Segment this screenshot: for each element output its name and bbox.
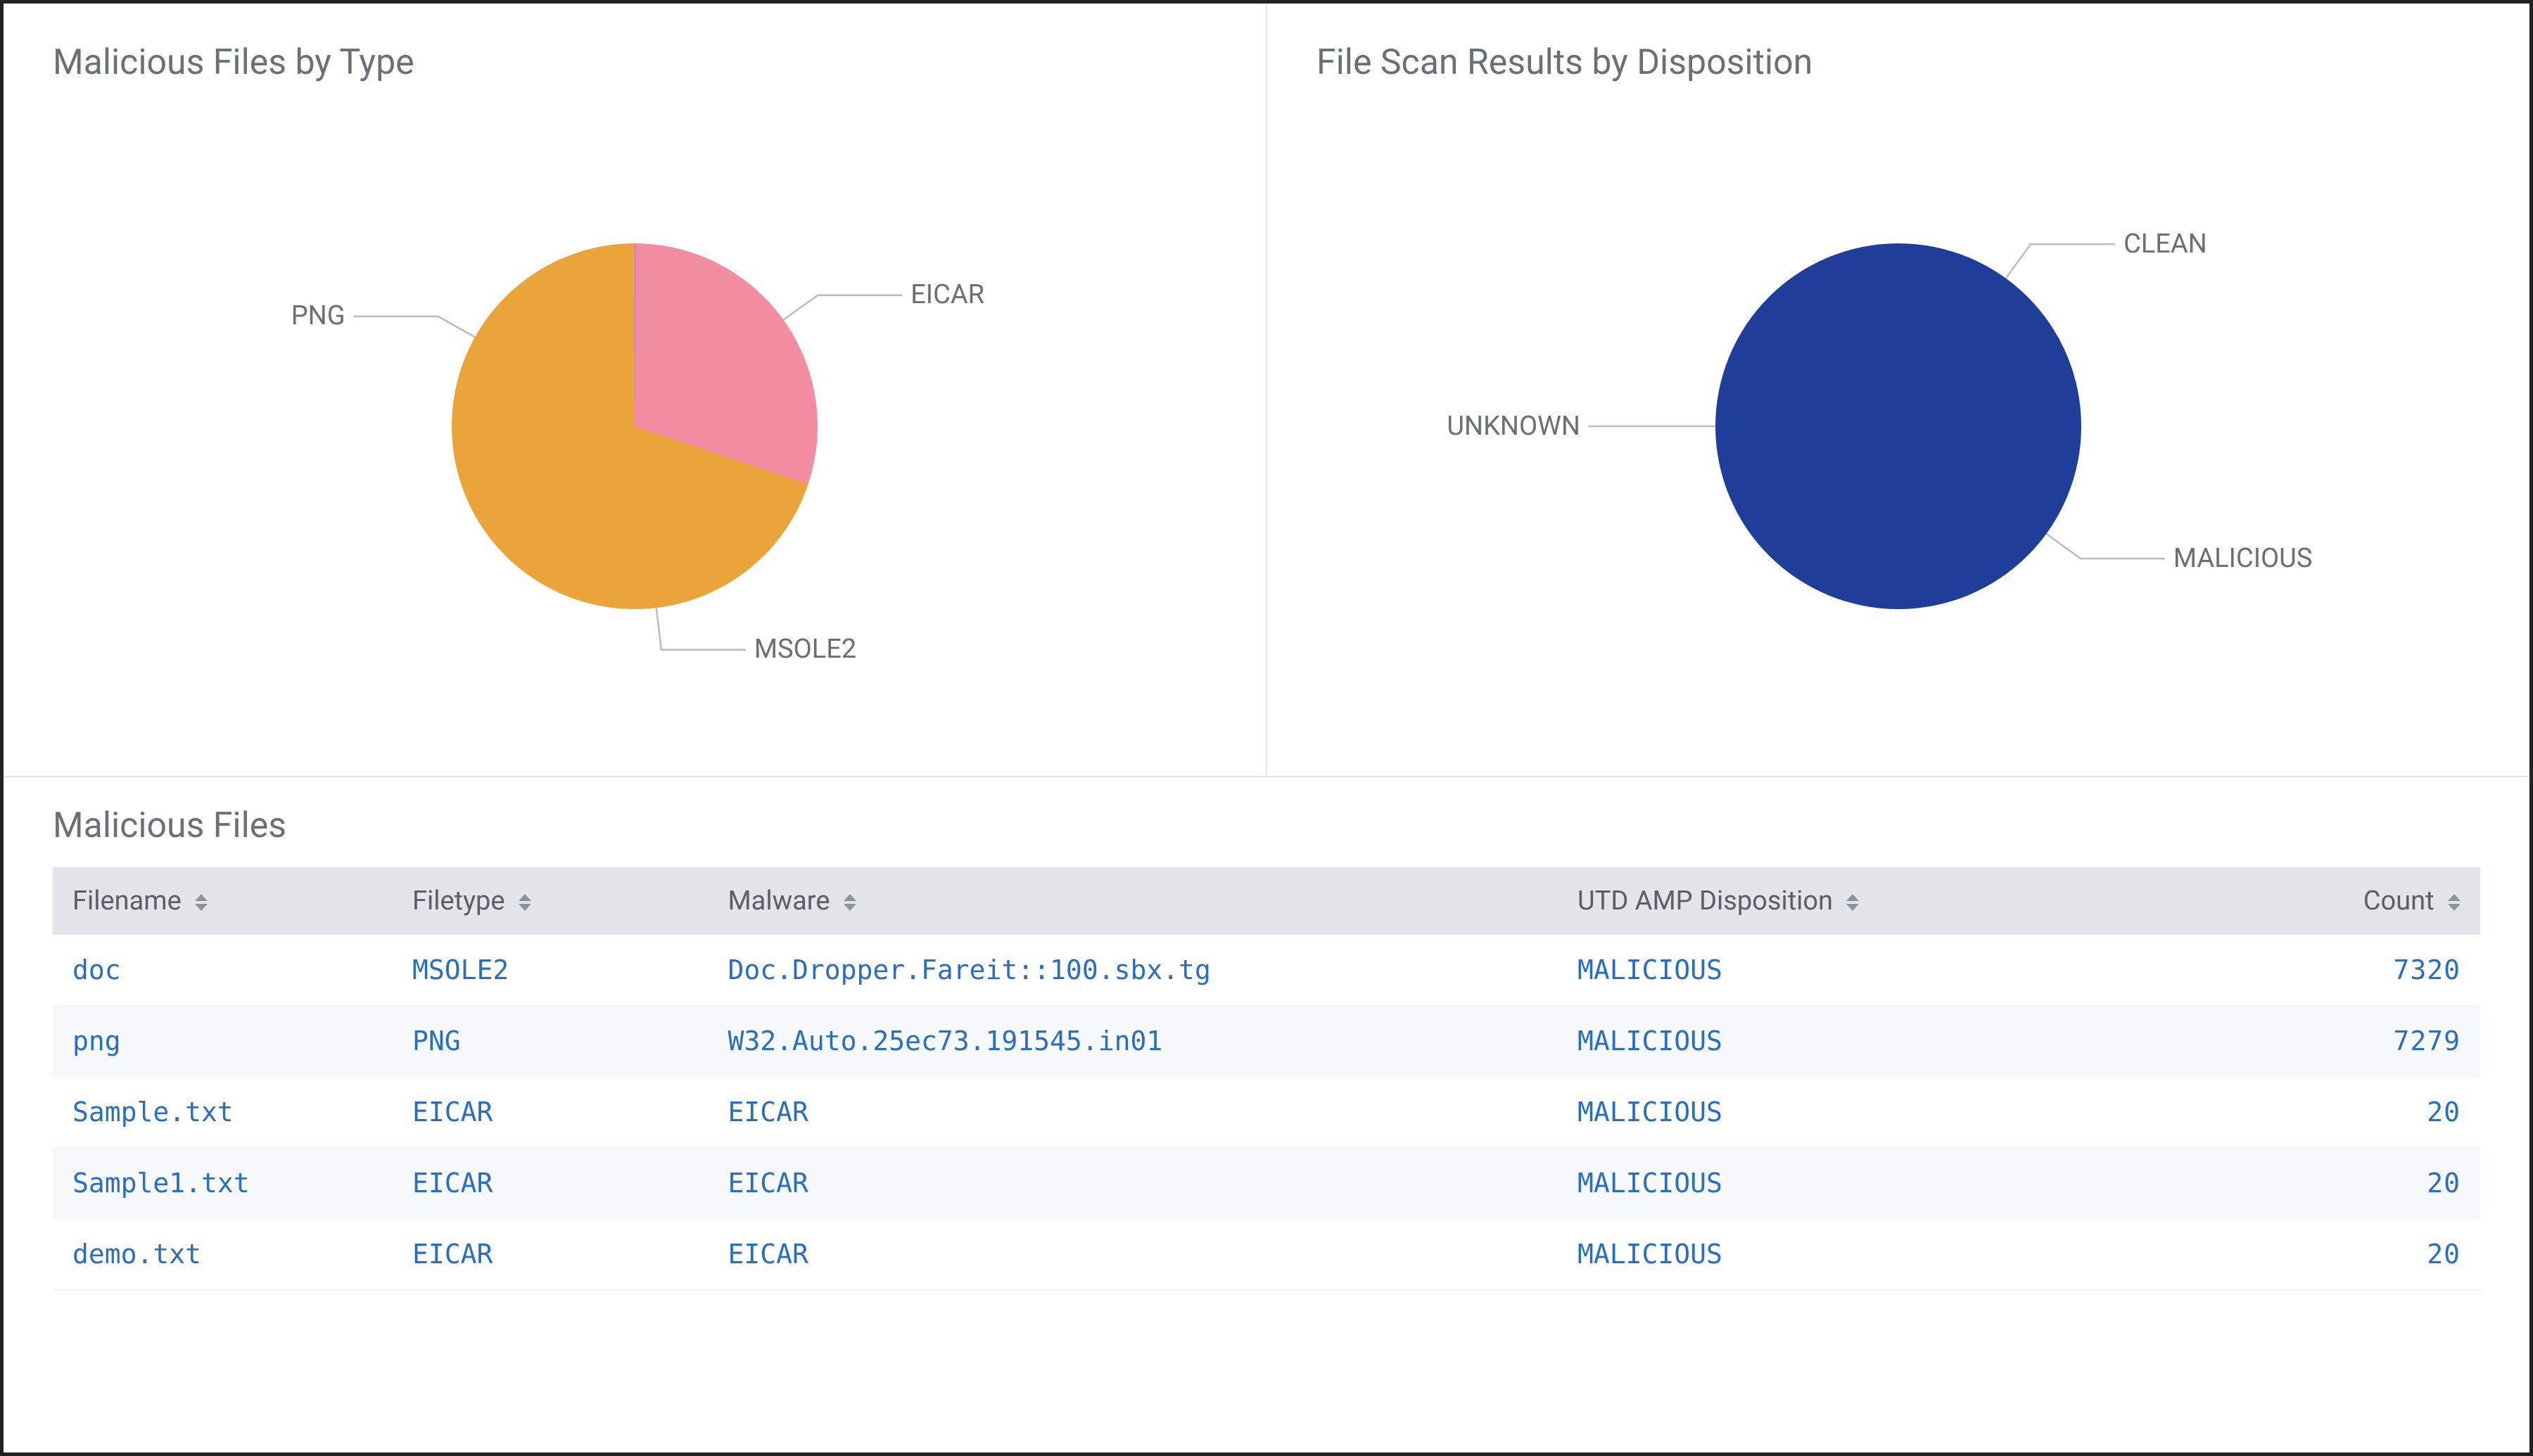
cell-malware[interactable]: EICAR (709, 1077, 1558, 1148)
cell-count[interactable]: 20 (2189, 1219, 2480, 1290)
sort-icon (844, 894, 856, 911)
col-disposition-label: UTD AMP Disposition (1577, 886, 1833, 917)
cell-filetype[interactable]: PNG (393, 1006, 709, 1077)
col-filename[interactable]: Filename (53, 867, 393, 935)
col-count-label: Count (2363, 886, 2434, 917)
col-filetype[interactable]: Filetype (393, 867, 709, 935)
cell-filetype[interactable]: EICAR (393, 1148, 709, 1219)
sort-icon (519, 894, 531, 911)
pie-chart-right[interactable]: UNKNOWN CLEAN MALICIOUS (1441, 152, 2356, 701)
table-body: docMSOLE2Doc.Dropper.Fareit::100.sbx.tgM… (53, 935, 2480, 1290)
cell-filetype[interactable]: MSOLE2 (393, 935, 709, 1006)
cell-malware[interactable]: EICAR (709, 1148, 1558, 1219)
malicious-files-table: Filename Filetype Malware UTD AMP Dispos… (53, 867, 2480, 1290)
col-filetype-label: Filetype (412, 886, 505, 917)
table-row[interactable]: Sample1.txtEICAREICARMALICIOUS20 (53, 1148, 2480, 1219)
cell-filename[interactable]: png (53, 1006, 393, 1077)
pie-chart-left[interactable]: PNG EICAR MSOLE2 (177, 152, 1092, 701)
cell-filetype[interactable]: EICAR (393, 1219, 709, 1290)
sort-icon (1846, 894, 1859, 911)
cell-filetype[interactable]: EICAR (393, 1077, 709, 1148)
cell-disposition[interactable]: MALICIOUS (1558, 1148, 2189, 1219)
pie-label-unknown: UNKNOWN (1447, 411, 1580, 442)
cell-count[interactable]: 20 (2189, 1077, 2480, 1148)
cell-disposition[interactable]: MALICIOUS (1558, 935, 2189, 1006)
cell-filename[interactable]: doc (53, 935, 393, 1006)
sort-icon (195, 894, 208, 911)
pie-label-eicar: EICAR (910, 279, 984, 310)
cell-disposition[interactable]: MALICIOUS (1558, 1006, 2189, 1077)
cell-malware[interactable]: W32.Auto.25ec73.191545.in01 (709, 1006, 1558, 1077)
panel-title-right: File Scan Results by Disposition (1316, 42, 2480, 83)
col-disposition[interactable]: UTD AMP Disposition (1558, 867, 2189, 935)
table-row[interactable]: demo.txtEICAREICARMALICIOUS20 (53, 1219, 2480, 1290)
sort-icon (2448, 894, 2461, 911)
cell-disposition[interactable]: MALICIOUS (1558, 1219, 2189, 1290)
cell-malware[interactable]: EICAR (709, 1219, 1558, 1290)
col-malware-label: Malware (728, 886, 830, 917)
pie-label-png: PNG (291, 300, 345, 331)
pie-label-malicious: MALICIOUS (2173, 543, 2313, 574)
table-row[interactable]: docMSOLE2Doc.Dropper.Fareit::100.sbx.tgM… (53, 935, 2480, 1006)
cell-filename[interactable]: Sample.txt (53, 1077, 393, 1148)
table-title: Malicious Files (53, 805, 2480, 846)
table-section: Malicious Files Filename Filetype Malwa (4, 777, 2529, 1452)
chart-wrap-right: UNKNOWN CLEAN MALICIOUS (1316, 104, 2480, 748)
col-malware[interactable]: Malware (709, 867, 1558, 935)
chart-wrap-left: PNG EICAR MSOLE2 (53, 104, 1217, 748)
cell-filename[interactable]: demo.txt (53, 1219, 393, 1290)
panel-title-left: Malicious Files by Type (53, 42, 1217, 83)
cell-count[interactable]: 20 (2189, 1148, 2480, 1219)
table-row[interactable]: Sample.txtEICAREICARMALICIOUS20 (53, 1077, 2480, 1148)
cell-malware[interactable]: Doc.Dropper.Fareit::100.sbx.tg (709, 935, 1558, 1006)
table-row[interactable]: pngPNGW32.Auto.25ec73.191545.in01MALICIO… (53, 1006, 2480, 1077)
leader-lines-left (177, 152, 1092, 701)
cell-disposition[interactable]: MALICIOUS (1558, 1077, 2189, 1148)
pie-label-msole2: MSOLE2 (754, 634, 856, 665)
col-count[interactable]: Count (2189, 867, 2480, 935)
cell-filename[interactable]: Sample1.txt (53, 1148, 393, 1219)
col-filename-label: Filename (72, 886, 182, 917)
table-header-row: Filename Filetype Malware UTD AMP Dispos… (53, 867, 2480, 935)
panel-scan-by-disposition: File Scan Results by Disposition UNKNOWN… (1266, 4, 2529, 776)
cell-count[interactable]: 7279 (2189, 1006, 2480, 1077)
dashboard: Malicious Files by Type PNG EICAR MSOLE2… (4, 4, 2529, 1452)
top-row: Malicious Files by Type PNG EICAR MSOLE2… (4, 4, 2529, 777)
cell-count[interactable]: 7320 (2189, 935, 2480, 1006)
pie-label-clean: CLEAN (2123, 229, 2207, 260)
panel-malicious-by-type: Malicious Files by Type PNG EICAR MSOLE2 (4, 4, 1266, 776)
